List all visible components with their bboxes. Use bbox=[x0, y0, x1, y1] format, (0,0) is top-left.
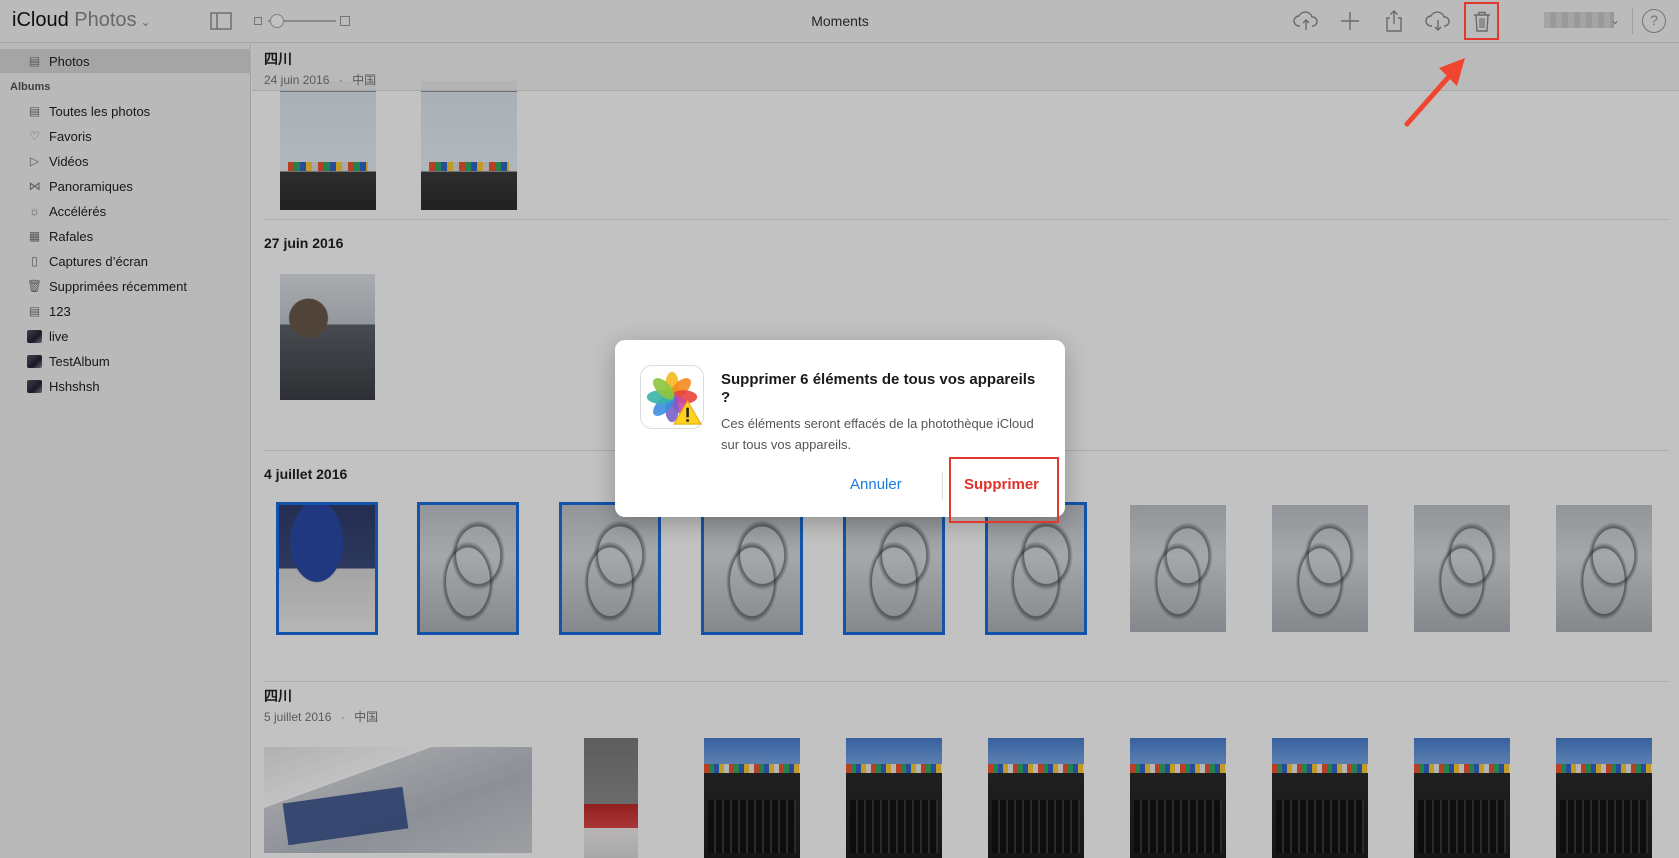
photos-warning-icon bbox=[640, 365, 704, 429]
dialog-title: Supprimer 6 éléments de tous vos apparei… bbox=[721, 371, 1036, 406]
cancel-button[interactable]: Annuler bbox=[850, 476, 902, 493]
annotation-arrow-icon bbox=[1404, 58, 1465, 127]
dialog-message: Ces éléments seront effacés de la photot… bbox=[721, 416, 1034, 452]
annotation-highlight-trash bbox=[1464, 2, 1499, 40]
button-divider bbox=[942, 472, 943, 500]
annotation-highlight-delete bbox=[949, 457, 1059, 523]
